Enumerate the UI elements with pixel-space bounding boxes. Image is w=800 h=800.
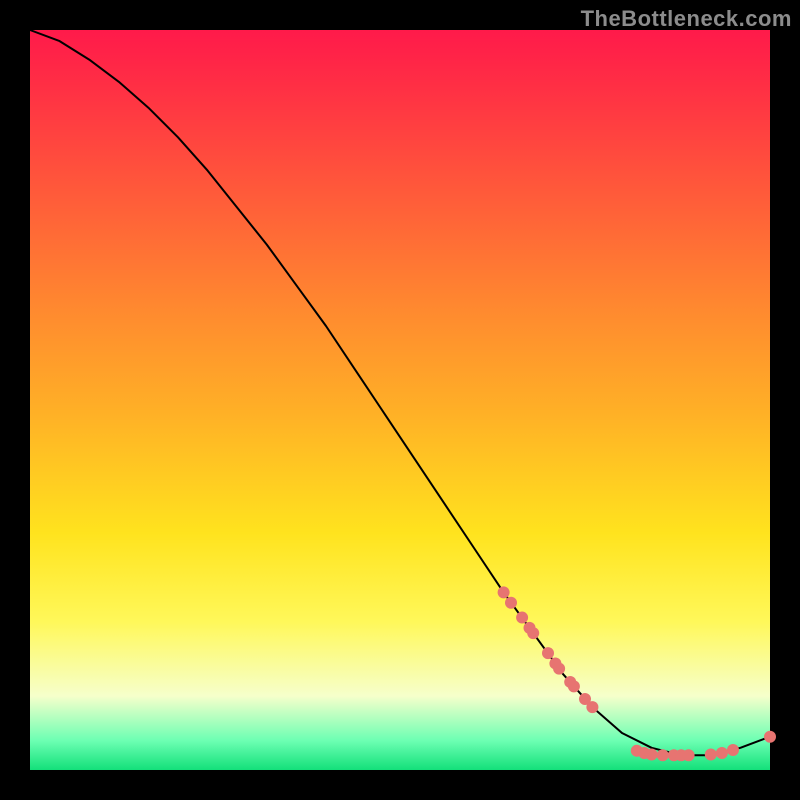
- watermark-text: TheBottleneck.com: [581, 6, 792, 32]
- data-marker: [568, 680, 580, 692]
- data-marker: [505, 597, 517, 609]
- data-marker: [553, 663, 565, 675]
- curve-line: [30, 30, 770, 755]
- data-marker: [498, 586, 510, 598]
- data-marker: [586, 701, 598, 713]
- data-marker: [705, 748, 717, 760]
- plot-area: [30, 30, 770, 770]
- data-marker: [516, 612, 528, 624]
- data-marker: [657, 749, 669, 761]
- data-marker: [683, 749, 695, 761]
- data-marker: [646, 748, 658, 760]
- data-marker: [542, 647, 554, 659]
- data-marker: [527, 627, 539, 639]
- data-marker: [716, 747, 728, 759]
- chart-frame: TheBottleneck.com: [0, 0, 800, 800]
- data-marker: [727, 744, 739, 756]
- chart-svg: [30, 30, 770, 770]
- data-marker: [764, 731, 776, 743]
- marker-layer: [498, 586, 776, 761]
